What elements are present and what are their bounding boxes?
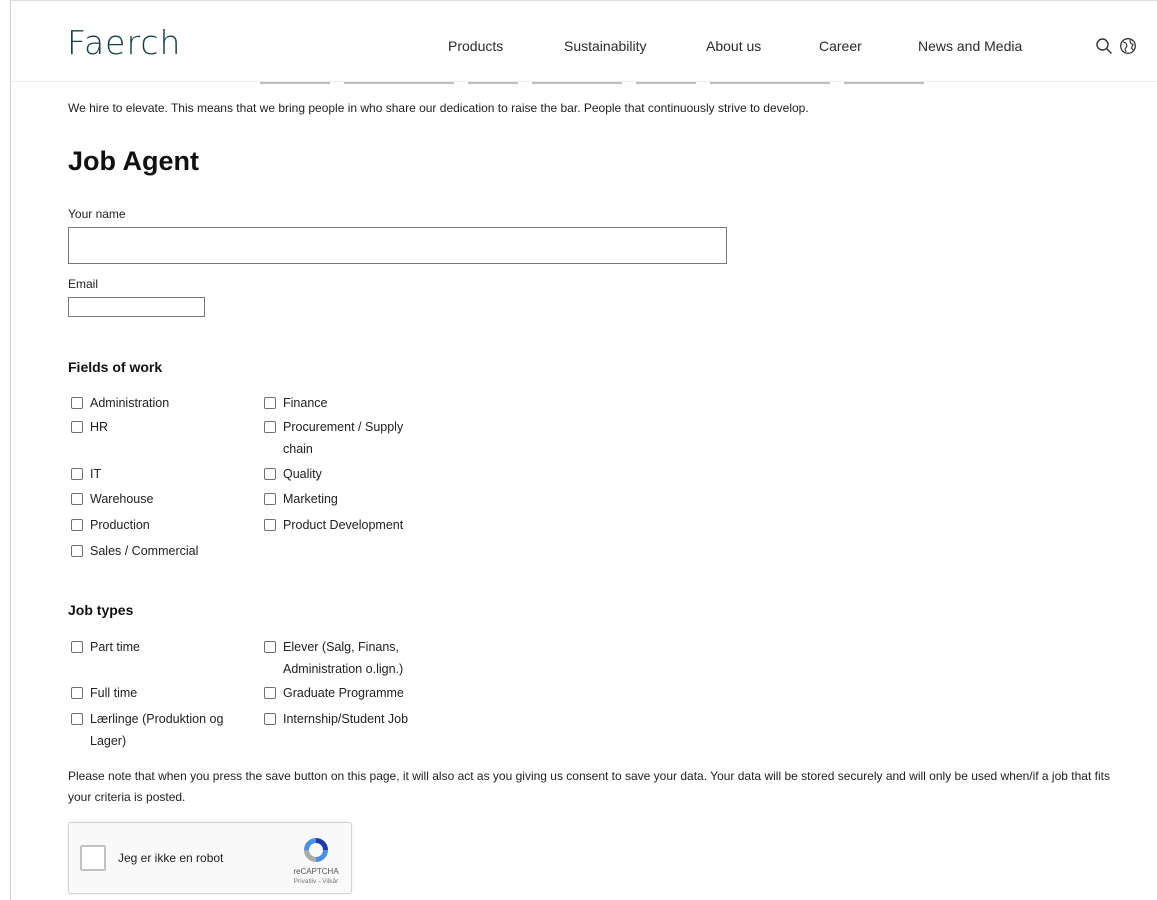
field-checkbox-quality[interactable]: Quality: [264, 463, 433, 485]
site-header: Faerch Products Sustainability About us …: [11, 1, 1157, 82]
recaptcha-label: Jeg er ikke en robot: [118, 851, 224, 865]
checkbox-box[interactable]: [264, 421, 276, 433]
field-checkbox-marketing[interactable]: Marketing: [264, 488, 433, 510]
jobtype-checkbox-full-time[interactable]: Full time: [71, 682, 240, 704]
checkbox-label: Finance: [283, 396, 328, 410]
page-frame-left: [10, 0, 11, 900]
checkbox-box[interactable]: [71, 687, 83, 699]
field-checkbox-administration[interactable]: Administration: [71, 392, 240, 414]
name-input[interactable]: [68, 227, 727, 264]
checkbox-label: Administration: [90, 396, 170, 410]
recaptcha-widget: Jeg er ikke en robot reCAPTCHA Privatliv…: [68, 822, 352, 894]
checkbox-box[interactable]: [71, 713, 83, 725]
checkbox-label: Internship/Student Job: [283, 712, 409, 726]
nav-career[interactable]: Career: [819, 38, 862, 54]
field-checkbox-procurement[interactable]: Procurement / Supply chain: [264, 416, 433, 460]
recaptcha-brand: reCAPTCHA: [293, 867, 339, 876]
checkbox-label: Elever (Salg, Finans, Administration o.l…: [283, 640, 404, 676]
email-label: Email: [68, 277, 99, 291]
checkbox-box[interactable]: [71, 421, 83, 433]
checkbox-label: Quality: [283, 467, 322, 481]
recaptcha-terms-link[interactable]: Privatliv - Vilkår: [285, 878, 347, 885]
checkbox-box[interactable]: [264, 468, 276, 480]
field-checkbox-sales-commercial[interactable]: Sales / Commercial: [71, 540, 240, 562]
checkbox-label: Production: [90, 518, 150, 532]
faerch-logo[interactable]: Faerch: [67, 23, 181, 62]
field-checkbox-finance[interactable]: Finance: [264, 392, 433, 414]
email-input[interactable]: [68, 297, 205, 317]
page-title: Job Agent: [68, 146, 199, 176]
checkbox-box[interactable]: [71, 397, 83, 409]
previous-text-remnant: [260, 82, 960, 85]
jobtype-checkbox-elever[interactable]: Elever (Salg, Finans, Administration o.l…: [264, 636, 433, 680]
consent-note: Please note that when you press the save…: [68, 769, 1110, 804]
jobtype-checkbox-part-time[interactable]: Part time: [71, 636, 240, 658]
checkbox-label: Sales / Commercial: [90, 544, 199, 558]
field-checkbox-hr[interactable]: HR: [71, 416, 240, 438]
fields-of-work-title: Fields of work: [68, 359, 163, 375]
nav-news-and-media[interactable]: News and Media: [918, 38, 1022, 54]
field-checkbox-production[interactable]: Production: [71, 514, 240, 536]
checkbox-box[interactable]: [264, 641, 276, 653]
checkbox-label: IT: [90, 467, 102, 481]
checkbox-box[interactable]: [264, 397, 276, 409]
nav-sustainability[interactable]: Sustainability: [564, 38, 647, 54]
checkbox-label: Procurement / Supply chain: [283, 420, 404, 456]
recaptcha-logo-icon: [304, 838, 328, 862]
jobtype-checkbox-internship[interactable]: Internship/Student Job: [264, 708, 433, 730]
checkbox-label: Part time: [90, 640, 141, 654]
checkbox-label: Graduate Programme: [283, 686, 404, 700]
checkbox-box[interactable]: [264, 713, 276, 725]
checkbox-box[interactable]: [264, 519, 276, 531]
field-checkbox-warehouse[interactable]: Warehouse: [71, 488, 240, 510]
checkbox-label: Lærlinge (Produktion og Lager): [90, 712, 224, 748]
name-label: Your name: [68, 207, 126, 221]
checkbox-label: Warehouse: [90, 492, 154, 506]
recaptcha-checkbox[interactable]: [80, 845, 106, 871]
checkbox-label: Marketing: [283, 492, 338, 506]
search-icon[interactable]: [1095, 37, 1113, 55]
checkbox-box[interactable]: [264, 687, 276, 699]
checkbox-box[interactable]: [71, 468, 83, 480]
checkbox-box[interactable]: [71, 641, 83, 653]
intro-text: We hire to elevate. This means that we b…: [68, 101, 809, 115]
job-types-title: Job types: [68, 602, 134, 618]
checkbox-box[interactable]: [71, 519, 83, 531]
checkbox-label: Full time: [90, 686, 138, 700]
field-checkbox-product-development[interactable]: Product Development: [264, 514, 433, 536]
checkbox-box[interactable]: [71, 545, 83, 557]
globe-icon[interactable]: [1119, 37, 1137, 55]
nav-products[interactable]: Products: [448, 38, 503, 54]
field-checkbox-it[interactable]: IT: [71, 463, 240, 485]
checkbox-label: Product Development: [283, 518, 404, 532]
checkbox-box[interactable]: [71, 493, 83, 505]
checkbox-label: HR: [90, 420, 109, 434]
checkbox-box[interactable]: [264, 493, 276, 505]
jobtype-checkbox-graduate-programme[interactable]: Graduate Programme: [264, 682, 433, 704]
nav-about-us[interactable]: About us: [706, 38, 761, 54]
jobtype-checkbox-laerlinge[interactable]: Lærlinge (Produktion og Lager): [71, 708, 230, 752]
